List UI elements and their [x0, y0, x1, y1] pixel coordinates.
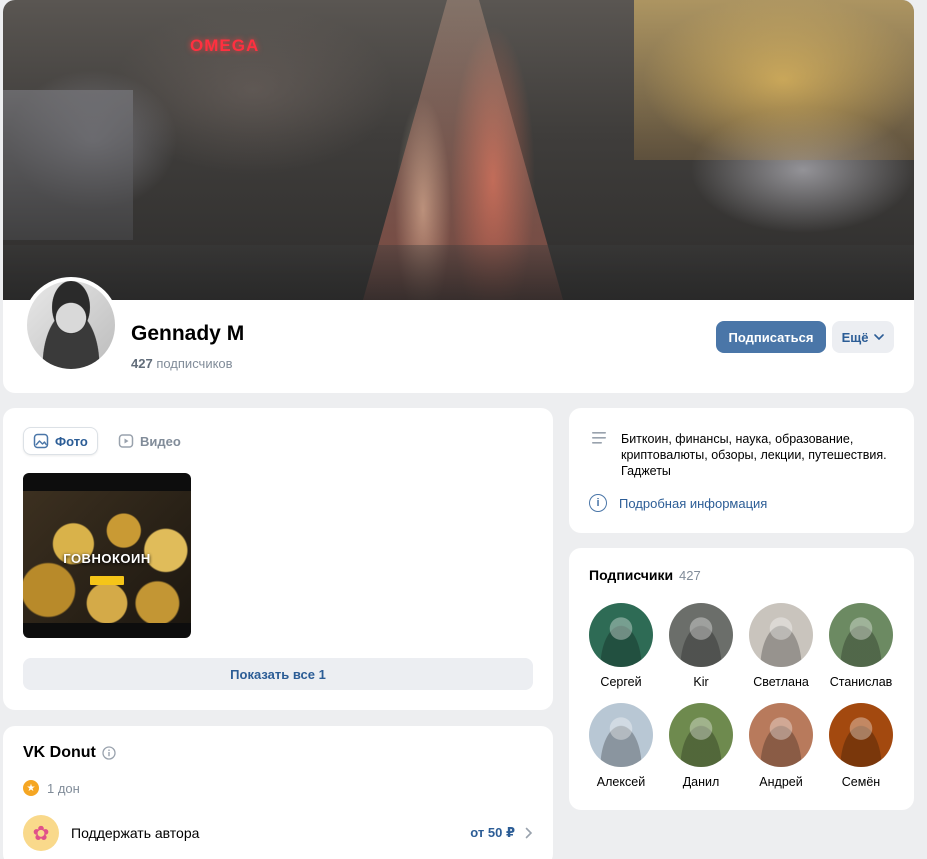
avatar	[589, 603, 653, 667]
avatar	[749, 703, 813, 767]
subscribe-button[interactable]: Подписаться	[716, 321, 826, 353]
subscribers-grid: Сергей Kir Светлана Станислав Алексей Да…	[581, 603, 901, 789]
description-icon	[592, 432, 606, 444]
subscriber-item[interactable]: Сергей	[581, 603, 661, 689]
show-all-button[interactable]: Показать все 1	[23, 658, 533, 690]
subscriber-name: Данил	[682, 775, 720, 789]
donut-price: от 50 ₽	[470, 825, 515, 840]
subscriber-item[interactable]: Светлана	[741, 603, 821, 689]
tab-photo[interactable]: Фото	[23, 427, 98, 455]
subscribers-title-text: Подписчики	[589, 567, 674, 583]
thumbnail-title: ГОВНОКОИН	[63, 551, 151, 566]
video-icon	[118, 434, 134, 448]
cover-sign: OMEGA	[190, 36, 260, 55]
avatar	[589, 703, 653, 767]
description-text: Биткоин, финансы, наука, образование, кр…	[621, 432, 887, 478]
subscribers-title-count: 427	[679, 568, 701, 583]
avatar	[829, 703, 893, 767]
cover-left-building	[3, 90, 133, 240]
subscriber-item[interactable]: Семён	[821, 703, 901, 789]
photo-thumbnail[interactable]: ГОВНОКОИН	[23, 473, 191, 638]
info-circle-icon: i	[589, 494, 607, 512]
tab-video-label: Видео	[140, 433, 181, 449]
support-author-label: Поддержать автора	[71, 825, 200, 841]
chevron-right-icon	[525, 827, 533, 839]
subscriber-name: Светлана	[753, 675, 809, 689]
subscriber-item[interactable]: Данил	[661, 703, 741, 789]
subscriber-item[interactable]: Алексей	[581, 703, 661, 789]
cover-image: OMEGA	[3, 0, 914, 300]
more-info-link[interactable]: i Подробная информация	[589, 494, 767, 512]
tab-video[interactable]: Видео	[109, 427, 190, 455]
subscribers-summary[interactable]: 427 подписчиков	[131, 356, 233, 371]
avatar	[669, 703, 733, 767]
subscriber-item[interactable]: Kir	[661, 603, 741, 689]
more-button-label: Ещё	[841, 329, 869, 345]
subscribers-count: 427	[131, 356, 153, 371]
subscribers-card: Подписчики 427 Сергей Kir Светлана Стани…	[569, 548, 914, 810]
donut-count: ★ 1 дон	[23, 780, 80, 796]
donut-card: VK Donut ★ 1 дон ✿ Поддержать автора от …	[3, 726, 553, 859]
subscriber-name: Станислав	[829, 675, 893, 689]
subscriber-name: Семён	[841, 775, 881, 789]
photo-icon	[33, 433, 49, 449]
star-icon: ★	[23, 780, 39, 796]
donut-icon: ✿	[23, 815, 59, 851]
donut-title: VK Donut	[23, 744, 116, 762]
cover-building	[634, 0, 914, 160]
subscribers-label: подписчиков	[156, 356, 233, 371]
cover-river	[3, 245, 914, 300]
profile-header: Gennady M 427 подписчиков Подписаться Ещ…	[3, 277, 914, 393]
more-info-label: Подробная информация	[619, 495, 768, 511]
subscriber-name: Kir	[693, 675, 709, 689]
subscriber-name: Алексей	[596, 775, 646, 789]
profile-avatar-wrap[interactable]	[23, 277, 119, 373]
thumbnail-button	[90, 576, 124, 585]
avatar[interactable]	[27, 281, 115, 369]
media-card: Фото Видео ГОВНОКОИН Показать все 1	[3, 408, 553, 710]
donut-count-text: 1 дон	[47, 780, 80, 796]
subscriber-name: Сергей	[600, 675, 642, 689]
avatar	[829, 603, 893, 667]
info-card: Биткоин, финансы, наука, образование, кр…	[569, 408, 914, 533]
subscriber-item[interactable]: Станислав	[821, 603, 901, 689]
more-button[interactable]: Ещё	[832, 321, 894, 353]
donut-title-text: VK Donut	[23, 744, 96, 761]
subscriber-name: Андрей	[759, 775, 803, 789]
subscribers-title[interactable]: Подписчики 427	[589, 567, 701, 583]
tab-photo-label: Фото	[55, 433, 88, 449]
avatar	[749, 603, 813, 667]
subscriber-item[interactable]: Андрей	[741, 703, 821, 789]
page-title: Gennady M	[131, 322, 245, 345]
chevron-down-icon	[874, 334, 885, 340]
avatar	[669, 603, 733, 667]
support-author-row[interactable]: ✿ Поддержать автора от 50 ₽	[23, 815, 533, 851]
info-icon[interactable]	[102, 746, 116, 760]
